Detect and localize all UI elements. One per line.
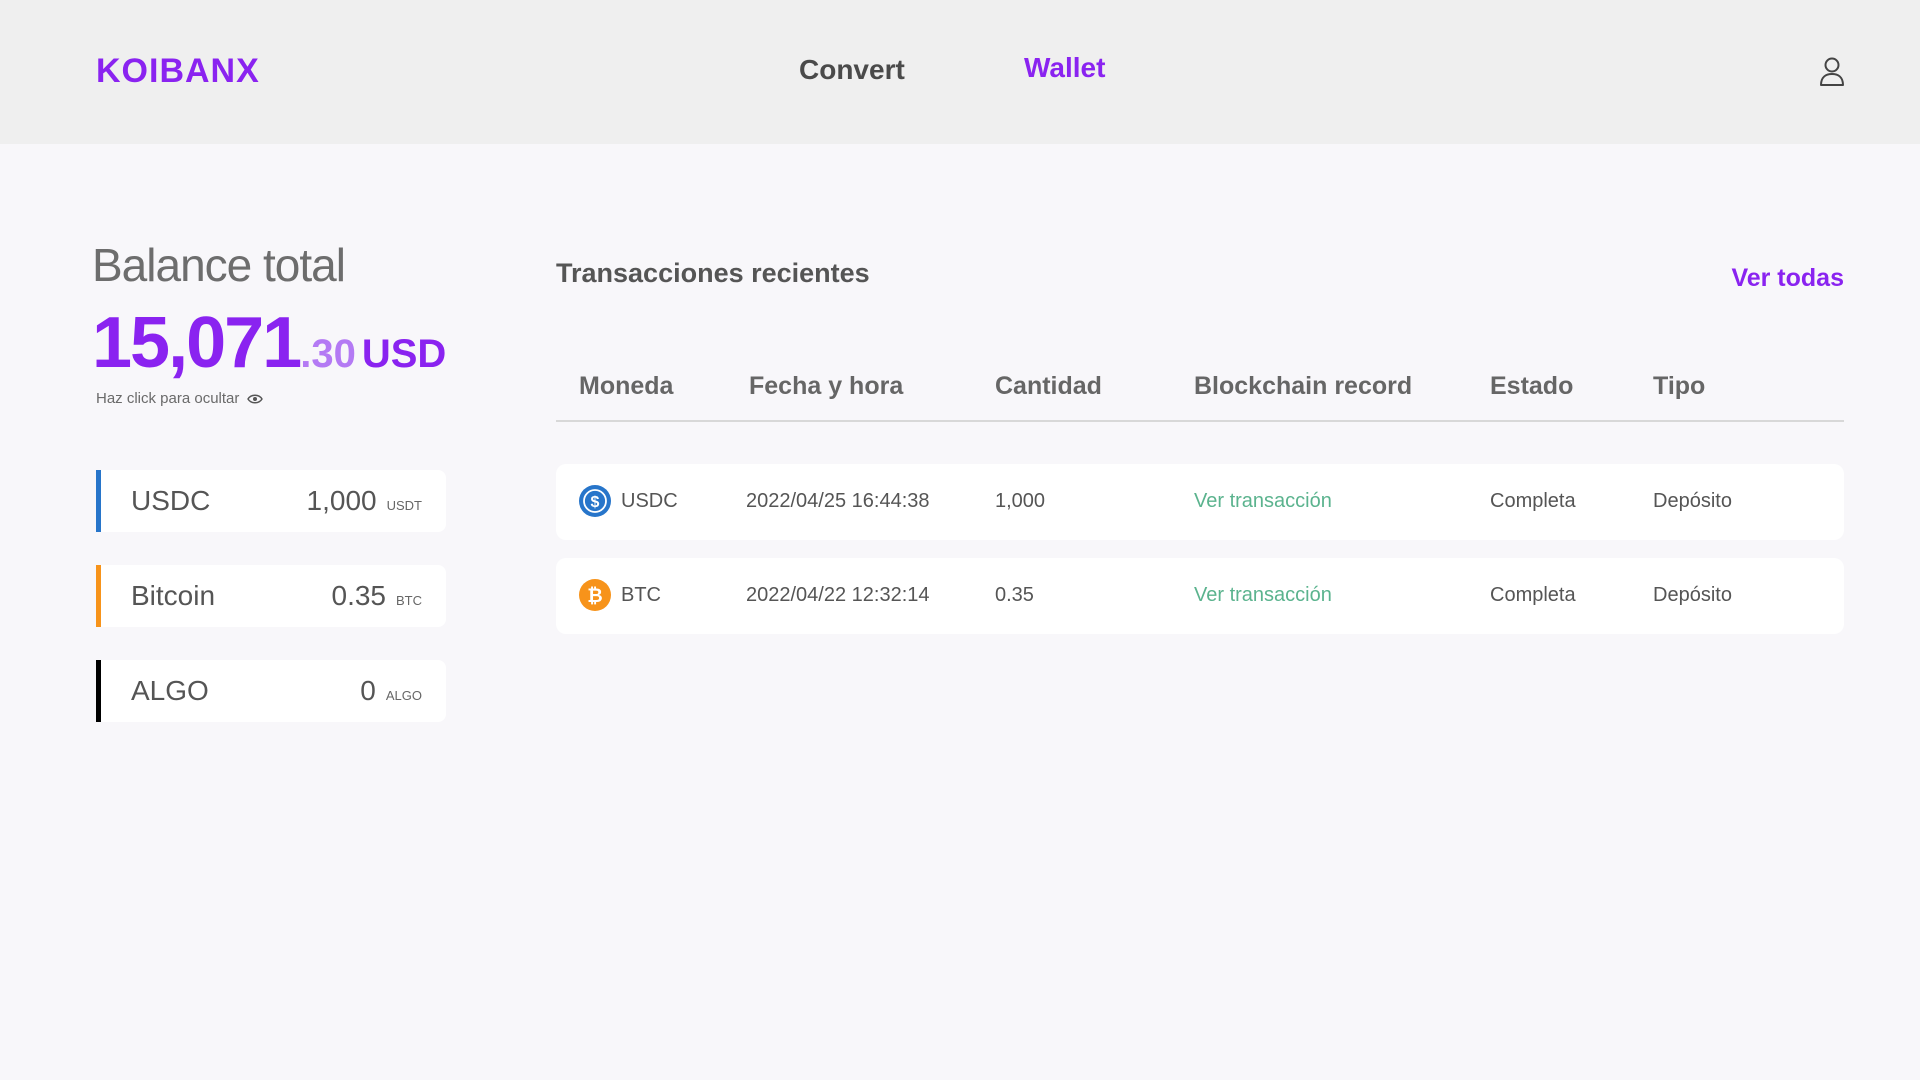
asset-unit: USDT [386,498,422,513]
svg-text:₿: ₿ [587,586,602,607]
usdc-icon: $ [579,485,611,517]
asset-value: 0.35 BTC [332,580,423,612]
asset-card-bitcoin[interactable]: Bitcoin 0.35 BTC [96,565,446,627]
balance-integer: 15,071 [92,303,302,383]
asset-card-algo[interactable]: ALGO 0 ALGO [96,660,446,722]
see-all-link[interactable]: Ver todas [1731,264,1844,293]
column-header-estado: Estado [1490,372,1574,400]
user-profile-icon[interactable] [1818,56,1846,86]
asset-amount: 0 [360,675,376,706]
transactions-title: Transacciones recientes [556,258,870,288]
asset-unit: ALGO [385,688,422,703]
nav-convert[interactable]: Convert [799,54,905,86]
balance-amount: 15,071.30 USD [92,302,446,384]
tx-coin: BTC [621,584,661,606]
top-navigation-bar: KOIBANX Convert Wallet [0,0,1920,144]
column-header-blockchain: Blockchain record [1194,372,1413,400]
column-header-cantidad: Cantidad [995,372,1102,400]
view-transaction-link[interactable]: Ver transacción [1194,490,1332,513]
tx-type: Depósito [1653,584,1732,606]
table-row[interactable]: ₿ BTC 2022/04/22 12:32:14 0.35 Ver trans… [556,558,1844,634]
eye-icon[interactable] [247,393,264,405]
asset-value: 0 ALGO [360,675,422,707]
tx-datetime: 2022/04/22 12:32:14 [746,584,930,606]
tx-datetime: 2022/04/25 16:44:38 [746,490,930,512]
column-header-moneda: Moneda [579,372,674,400]
svg-text:$: $ [591,494,600,511]
asset-amount: 1,000 [306,485,377,516]
view-transaction-link[interactable]: Ver transacción [1194,584,1332,607]
transactions-table-header: Moneda Fecha y hora Cantidad Blockchain … [556,366,1844,422]
nav-wallet[interactable]: Wallet [1024,52,1105,84]
hide-balance-toggle[interactable]: Haz click para ocultar [96,390,264,407]
hide-balance-label: Haz click para ocultar [96,390,240,407]
tx-amount: 1,000 [995,490,1046,512]
balance-title: Balance total [92,239,346,291]
btc-icon: ₿ [579,579,611,611]
asset-value: 1,000 USDT [307,485,422,517]
column-header-fecha: Fecha y hora [749,372,904,400]
asset-name: Bitcoin [131,580,216,611]
koibanx-logo[interactable]: KOIBANX [96,52,260,91]
asset-unit: BTC [396,593,422,608]
column-header-tipo: Tipo [1653,372,1706,400]
tx-type: Depósito [1653,490,1732,512]
asset-name: USDC [131,485,211,516]
asset-amount: 0.35 [331,580,387,611]
tx-status: Completa [1490,490,1576,512]
table-row[interactable]: $ USDC 2022/04/25 16:44:38 1,000 Ver tra… [556,464,1844,540]
asset-name: ALGO [131,675,209,706]
tx-coin: USDC [621,490,678,512]
tx-amount: 0.35 [995,584,1034,606]
asset-card-usdc[interactable]: USDC 1,000 USDT [96,470,446,532]
tx-status: Completa [1490,584,1576,606]
balance-decimals: .30 [300,332,356,376]
balance-currency: USD [361,332,447,376]
